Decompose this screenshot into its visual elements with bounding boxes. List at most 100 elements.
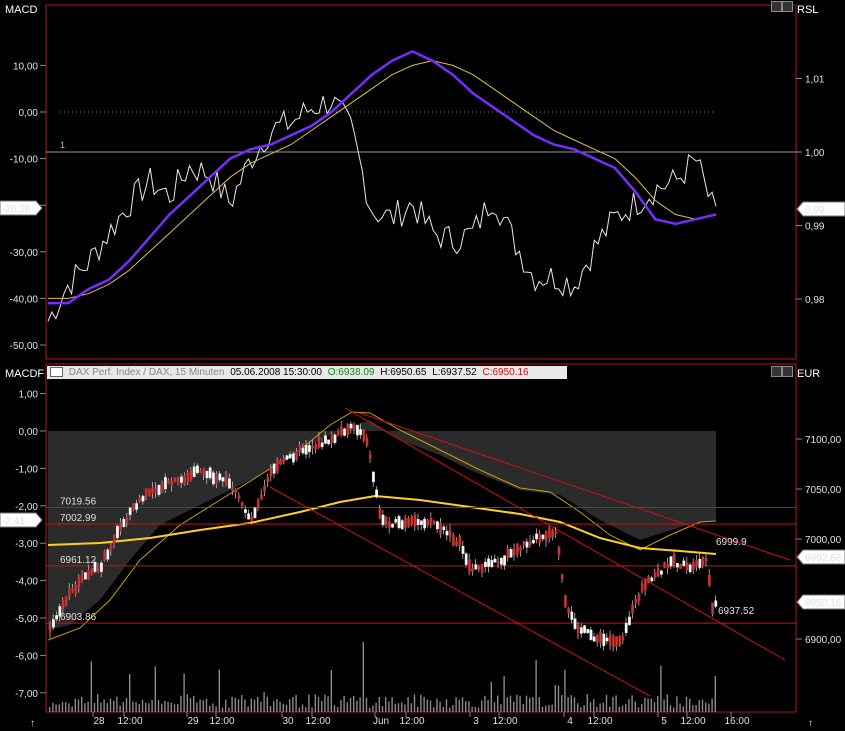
volume-bar	[637, 707, 640, 712]
candle-body	[224, 476, 228, 486]
volume-bar	[177, 704, 179, 712]
candle-body	[304, 445, 308, 455]
candle-body	[708, 574, 711, 586]
candle-body	[640, 583, 644, 592]
info-high: H:6950.65	[380, 367, 427, 378]
minimize-icon-lower[interactable]	[771, 366, 782, 377]
volume-bar	[340, 699, 342, 712]
candle-body	[624, 622, 628, 634]
volume-bar	[295, 695, 297, 712]
volume-bar	[317, 696, 320, 712]
volume-bar	[599, 703, 601, 712]
candle-body	[195, 465, 199, 474]
volume-bar	[375, 702, 377, 712]
volume-bar	[657, 695, 659, 712]
volume-bar	[100, 702, 102, 712]
candle-body	[711, 602, 715, 615]
candle-body	[173, 477, 177, 482]
rsl-tick-label: 1,01	[805, 75, 825, 86]
candle-body	[512, 548, 516, 556]
volume-bar	[378, 696, 380, 712]
candle-body	[541, 534, 545, 540]
candle-body	[599, 631, 603, 644]
volume-bar	[487, 700, 489, 712]
volume-bar	[125, 698, 128, 712]
macdf-tick-label: -4,00	[15, 577, 38, 588]
candle-body	[468, 559, 471, 572]
maximize-icon[interactable]	[782, 1, 793, 12]
volume-bar	[247, 706, 249, 712]
volume-bar	[554, 685, 556, 712]
volume-bar	[257, 696, 259, 712]
volume-bar	[199, 699, 201, 712]
volume-bar	[173, 704, 176, 712]
x-tick-label: 12:00	[305, 716, 330, 727]
candle-body	[292, 453, 295, 463]
level-label: 1	[60, 140, 65, 150]
volume-bar	[327, 696, 329, 712]
volume-bar	[669, 705, 672, 712]
volume-bar	[269, 705, 272, 712]
candle-body	[96, 565, 100, 572]
candle-body	[560, 574, 564, 580]
volume-bar	[641, 704, 643, 712]
candle-body	[269, 468, 273, 477]
macdf-value-marker: -2,41	[2, 516, 25, 527]
macd-tick-label: -50,00	[10, 341, 39, 352]
volume-bar	[455, 697, 457, 712]
volume-bar	[401, 702, 403, 712]
volume-bar	[481, 700, 483, 712]
candle-body	[368, 454, 372, 459]
volume-bar	[346, 702, 348, 712]
volume-bar	[625, 703, 627, 712]
candle-body	[695, 559, 699, 568]
info-low: L:6937.52	[432, 367, 477, 378]
candle-body	[135, 503, 138, 510]
candle-body	[567, 608, 571, 614]
candle-body	[538, 533, 542, 543]
volume-bar	[490, 681, 492, 712]
volume-bar	[106, 703, 108, 712]
candle-body	[423, 518, 426, 529]
candle-body	[701, 556, 705, 567]
volume-bar	[279, 701, 281, 712]
level-label: 6903.86	[60, 612, 97, 623]
candle-body	[493, 558, 497, 563]
candle-body	[247, 513, 250, 520]
volume-bar	[676, 696, 678, 712]
volume-bar	[122, 702, 124, 712]
candle-body	[170, 480, 174, 487]
candle-body	[602, 633, 606, 646]
volume-bar	[180, 695, 182, 712]
volume-bar	[500, 704, 502, 712]
volume-bar	[282, 703, 284, 712]
candle-body	[263, 485, 266, 492]
candle-body	[461, 546, 465, 554]
maximize-icon-lower[interactable]	[782, 366, 793, 377]
volume-bar	[129, 674, 131, 712]
volume-bar	[471, 706, 473, 712]
volume-bar	[410, 703, 412, 712]
candle-body	[432, 521, 436, 525]
volume-bar	[413, 694, 416, 712]
volume-bar	[449, 707, 451, 712]
volume-bar	[228, 707, 230, 712]
volume-bar	[404, 704, 406, 712]
volume-bar	[394, 703, 396, 712]
volume-bar	[493, 702, 496, 712]
volume-bar	[93, 702, 96, 712]
candle-body	[378, 507, 382, 519]
candle-body	[471, 567, 474, 573]
volume-bar	[385, 696, 387, 712]
candle-body	[359, 429, 362, 436]
candle-body	[215, 474, 218, 485]
volume-bar	[164, 701, 166, 712]
candle-body	[615, 636, 619, 647]
candle-body	[490, 560, 494, 568]
minimize-icon[interactable]	[771, 1, 782, 12]
volume-bar	[116, 696, 118, 712]
candle-body	[231, 486, 234, 492]
candle-body	[429, 517, 433, 523]
candle-body	[535, 533, 539, 540]
candle-body	[631, 604, 635, 614]
